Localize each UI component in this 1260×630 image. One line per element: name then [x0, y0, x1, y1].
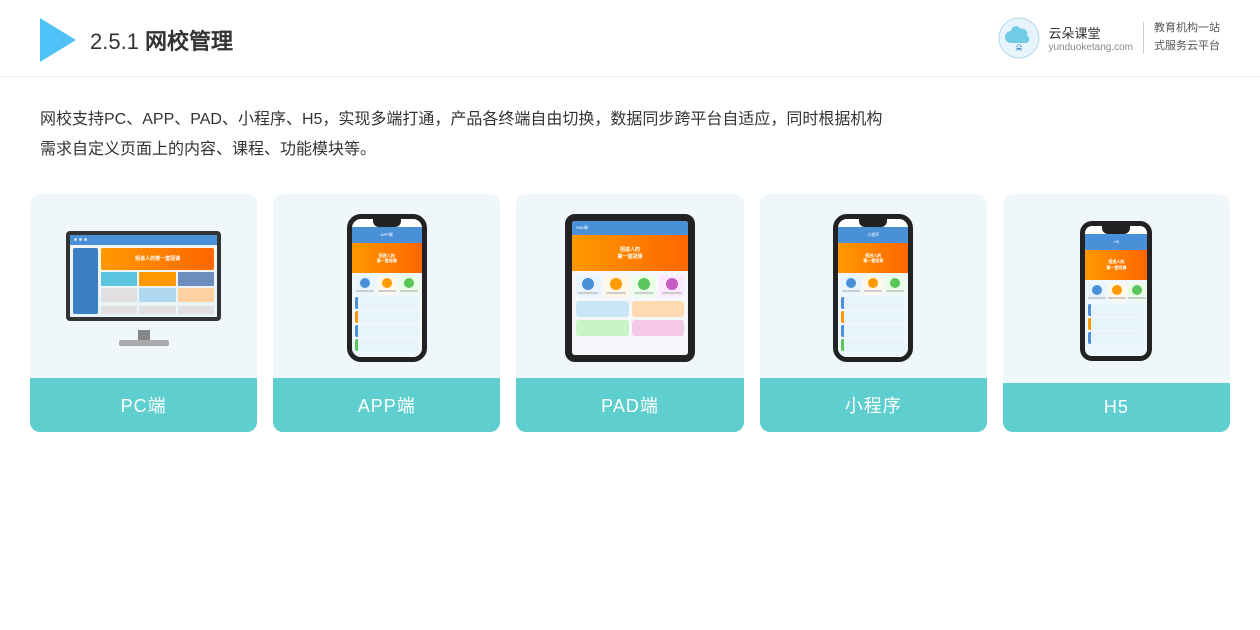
card-pc-label: PC端 — [30, 378, 257, 432]
phone-screen-header-miniapp: 小程序 — [838, 227, 908, 243]
brand-url: yunduoketang.com — [1048, 42, 1133, 53]
phone-banner-app: 招进人的第一堂冠课 — [352, 243, 422, 273]
card-h5-image: H5 招进人的第一堂冠课 — [1003, 194, 1230, 383]
svg-text:朵: 朵 — [1016, 44, 1023, 52]
card-app: APP端 招进人的第一堂冠课 — [273, 194, 500, 432]
card-miniapp-label: 小程序 — [760, 378, 987, 432]
cards-section: 招进人的第一堂冠课 — [0, 184, 1260, 452]
description-line2: 需求自定义页面上的内容、课程、功能模块等。 — [40, 141, 376, 158]
card-pad: PAD端 招进人的第一堂冠课 — [516, 194, 743, 432]
page-title-number: 2.5.1 — [90, 29, 145, 54]
phone-banner-h5: 招进人的第一堂冠课 — [1085, 250, 1147, 280]
card-pad-label: PAD端 — [516, 378, 743, 432]
phone-grid-h5 — [1085, 280, 1147, 301]
pad-banner: 招进人的第一堂冠课 — [572, 235, 688, 271]
pc-screen-frame: 招进人的第一堂冠课 — [66, 231, 221, 321]
header: 2.5.1 网校管理 朵 云朵课堂 yunduoketang.com 教育机构一… — [0, 0, 1260, 77]
page-container: 2.5.1 网校管理 朵 云朵课堂 yunduoketang.com 教育机构一… — [0, 0, 1260, 630]
brand-logo: 朵 云朵课堂 yunduoketang.com — [998, 17, 1133, 59]
phone-screen-header-app: APP端 — [352, 227, 422, 243]
pc-mockup: 招进人的第一堂冠课 — [66, 231, 221, 346]
pad-courses — [572, 301, 688, 336]
card-h5: H5 招进人的第一堂冠课 — [1003, 194, 1230, 432]
phone-banner-miniapp: 招进人的第一堂冠课 — [838, 243, 908, 273]
card-miniapp: 小程序 招进人的第一堂冠课 — [760, 194, 987, 432]
phone-screen-miniapp: 小程序 招进人的第一堂冠课 — [838, 227, 908, 357]
brand-slogan: 教育机构一站 式服务云平台 — [1154, 20, 1220, 55]
phone-notch-h5 — [1102, 226, 1130, 234]
pad-grid — [572, 271, 688, 301]
phone-mockup-h5: H5 招进人的第一堂冠课 — [1080, 221, 1152, 361]
phone-screen-h5: H5 招进人的第一堂冠课 — [1085, 234, 1147, 356]
phone-courses-miniapp — [838, 294, 908, 354]
phone-notch-miniapp — [859, 219, 887, 227]
phone-grid-app — [352, 273, 422, 294]
logo-triangle-icon — [40, 18, 76, 62]
phone-mockup-app: APP端 招进人的第一堂冠课 — [347, 214, 427, 362]
card-miniapp-image: 小程序 招进人的第一堂冠课 — [760, 194, 987, 378]
phone-mockup-miniapp: 小程序 招进人的第一堂冠课 — [833, 214, 913, 362]
page-title-bold: 网校管理 — [145, 29, 233, 54]
phone-frame-h5: H5 招进人的第一堂冠课 — [1080, 221, 1152, 361]
pad-screen: PAD端 招进人的第一堂冠课 — [572, 221, 688, 355]
brand-area: 朵 云朵课堂 yunduoketang.com 教育机构一站 式服务云平台 — [998, 17, 1220, 59]
phone-grid-miniapp — [838, 273, 908, 294]
description-text: 网校支持PC、APP、PAD、小程序、H5，实现多端打通，产品各终端自由切换，数… — [40, 105, 1220, 164]
card-h5-label: H5 — [1003, 383, 1230, 432]
description-line1: 网校支持PC、APP、PAD、小程序、H5，实现多端打通，产品各终端自由切换，数… — [40, 111, 882, 128]
pad-frame: PAD端 招进人的第一堂冠课 — [565, 214, 695, 362]
pc-screen-content: 招进人的第一堂冠课 — [70, 235, 217, 317]
card-pc: 招进人的第一堂冠课 — [30, 194, 257, 432]
pc-sidebar — [73, 248, 98, 314]
phone-screen-header-h5: H5 — [1085, 234, 1147, 250]
brand-cloud-icon: 朵 — [998, 17, 1040, 59]
page-title: 2.5.1 网校管理 — [90, 24, 233, 56]
card-pc-image: 招进人的第一堂冠课 — [30, 194, 257, 378]
phone-courses-app — [352, 294, 422, 354]
card-app-label: APP端 — [273, 378, 500, 432]
pc-stand — [119, 330, 169, 346]
card-pad-image: PAD端 招进人的第一堂冠课 — [516, 194, 743, 378]
brand-name: 云朵课堂 — [1048, 23, 1133, 42]
pad-mockup: PAD端 招进人的第一堂冠课 — [565, 214, 695, 362]
card-app-image: APP端 招进人的第一堂冠课 — [273, 194, 500, 378]
pc-cards — [101, 272, 214, 302]
phone-courses-h5 — [1085, 301, 1147, 347]
description-section: 网校支持PC、APP、PAD、小程序、H5，实现多端打通，产品各终端自由切换，数… — [0, 77, 1260, 184]
pc-main: 招进人的第一堂冠课 — [101, 248, 214, 314]
pc-banner-text: 招进人的第一堂冠课 — [135, 255, 180, 262]
brand-divider — [1143, 22, 1144, 54]
pc-screen-body: 招进人的第一堂冠课 — [70, 245, 217, 317]
phone-frame-app: APP端 招进人的第一堂冠课 — [347, 214, 427, 362]
pad-header: PAD端 — [572, 221, 688, 235]
phone-frame-miniapp: 小程序 招进人的第一堂冠课 — [833, 214, 913, 362]
phone-notch-app — [373, 219, 401, 227]
phone-screen-app: APP端 招进人的第一堂冠课 — [352, 227, 422, 357]
header-left: 2.5.1 网校管理 — [40, 18, 233, 62]
pc-screen-bar — [70, 235, 217, 245]
pc-banner: 招进人的第一堂冠课 — [101, 248, 214, 270]
brand-text-block: 云朵课堂 yunduoketang.com — [1048, 23, 1133, 53]
